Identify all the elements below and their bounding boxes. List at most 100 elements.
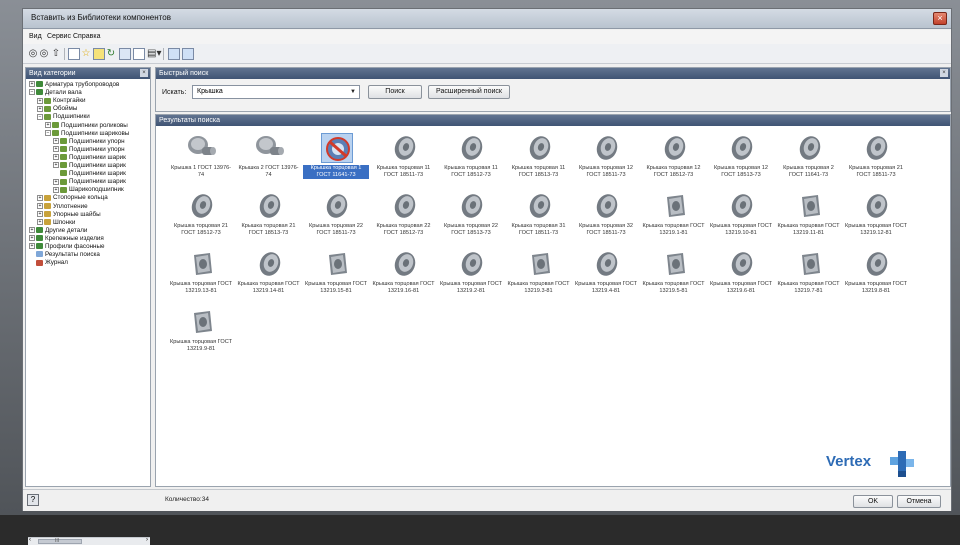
expand-toggle-icon[interactable]: + <box>37 105 43 112</box>
tree-node[interactable]: + Крепежные изделия <box>29 235 104 243</box>
expand-toggle-icon[interactable]: + <box>53 146 59 153</box>
scroll-thumb[interactable]: III <box>38 538 82 544</box>
back-icon[interactable]: ◎ <box>28 47 38 61</box>
expand-toggle-icon[interactable]: − <box>29 89 35 96</box>
result-item[interactable]: Крышка торцовая 11 ГОСТ 18511-73 <box>371 131 437 191</box>
list-view-icon[interactable] <box>182 48 194 60</box>
advanced-search-button[interactable]: Расширенный поиск <box>428 85 510 99</box>
tree-node[interactable]: + Арматура трубопроводов <box>29 81 119 89</box>
result-item[interactable]: Крышка торцовая 21 ГОСТ 18513-73 <box>236 189 302 249</box>
result-item[interactable]: Крышка торцовая ГОСТ 13219.14-81 <box>236 247 302 307</box>
expand-toggle-icon[interactable]: + <box>37 210 43 217</box>
scroll-left-icon[interactable]: ‹ <box>29 537 31 543</box>
help-icon[interactable]: ? <box>27 494 39 506</box>
result-item[interactable]: Крышка 1 ГОСТ 13976-74 <box>168 131 234 191</box>
result-item[interactable]: Крышка торцовая 22 ГОСТ 18512-73 <box>371 189 437 249</box>
chevron-down-icon[interactable]: ▼ <box>350 86 356 98</box>
result-item[interactable]: Крышка торцовая ГОСТ 13219.9-81 <box>168 305 234 365</box>
result-item[interactable]: Крышка торцовая ГОСТ 13219.13-81 <box>168 247 234 307</box>
result-item[interactable]: Крышка торцовая ГОСТ 13219.10-81 <box>708 189 774 249</box>
tree-node[interactable]: − Подшипники шариковы <box>45 130 129 138</box>
tree-node[interactable]: Результаты поиска <box>29 251 100 259</box>
menu-help[interactable]: Справка <box>73 33 100 40</box>
tree-node[interactable]: + Подшипники упорн <box>53 138 125 146</box>
result-item[interactable]: Крышка торцовая 32 ГОСТ 18511-73 <box>573 189 639 249</box>
expand-toggle-icon[interactable]: + <box>53 162 59 169</box>
result-item[interactable]: Крышка торцовая 1 ГОСТ 11641-73 <box>303 131 369 191</box>
result-item[interactable]: Крышка торцовая 22 ГОСТ 18513-73 <box>438 189 504 249</box>
result-item[interactable]: Крышка торцовая ГОСТ 13219.6-81 <box>708 247 774 307</box>
result-item[interactable]: Крышка торцовая 12 ГОСТ 18512-73 <box>641 131 707 191</box>
table-icon[interactable] <box>133 48 145 60</box>
tree-node[interactable]: + Контргайки <box>37 97 85 105</box>
expand-toggle-icon[interactable]: + <box>37 97 43 104</box>
result-item[interactable]: Крышка торцовая 31 ГОСТ 18511-73 <box>506 189 572 249</box>
result-item[interactable]: Крышка торцовая ГОСТ 13219.11-81 <box>776 189 842 249</box>
forward-icon[interactable]: ◎ <box>39 47 49 61</box>
panel-close-icon[interactable]: × <box>940 69 948 77</box>
result-item[interactable]: Крышка торцовая 22 ГОСТ 18511-73 <box>303 189 369 249</box>
expand-toggle-icon[interactable]: + <box>45 121 51 128</box>
result-item[interactable]: Крышка торцовая 12 ГОСТ 18513-73 <box>708 131 774 191</box>
ok-button[interactable]: OK <box>853 495 893 508</box>
tree-node[interactable]: − Детали вала <box>29 89 82 97</box>
properties-icon[interactable] <box>119 48 131 60</box>
favorite-icon[interactable]: ☆ <box>81 47 91 61</box>
tree-node[interactable]: Журнал <box>29 259 68 267</box>
expand-toggle-icon[interactable]: + <box>53 154 59 161</box>
search-combobox[interactable]: Крышка ▼ <box>192 85 360 99</box>
result-item[interactable]: Крышка 2 ГОСТ 13976-74 <box>236 131 302 191</box>
expand-toggle-icon[interactable]: + <box>29 235 35 242</box>
tree-node[interactable]: + Шпонки <box>37 219 75 227</box>
tree-node[interactable]: − Подшипники <box>37 113 90 121</box>
close-icon[interactable]: × <box>933 12 947 25</box>
view-mode-icon[interactable]: ▤▾ <box>147 47 161 61</box>
tree-node[interactable]: + Подшипники шарик <box>53 178 126 186</box>
expand-toggle-icon[interactable]: + <box>37 219 43 226</box>
tree-node[interactable]: Подшипники шарик <box>53 170 126 178</box>
expand-toggle-icon[interactable]: + <box>37 202 43 209</box>
result-item[interactable]: Крышка торцовая ГОСТ 13219.3-81 <box>506 247 572 307</box>
result-item[interactable]: Крышка торцовая ГОСТ 13219.2-81 <box>438 247 504 307</box>
result-item[interactable]: Крышка торцовая ГОСТ 13219.4-81 <box>573 247 639 307</box>
tree-node[interactable]: + Подшипники шарик <box>53 162 126 170</box>
result-item[interactable]: Крышка торцовая ГОСТ 13219.16-81 <box>371 247 437 307</box>
result-item[interactable]: Крышка торцовая 11 ГОСТ 18513-73 <box>506 131 572 191</box>
result-item[interactable]: Крышка торцовая ГОСТ 13219.5-81 <box>641 247 707 307</box>
result-item[interactable]: Крышка торцовая ГОСТ 13219.1-81 <box>641 189 707 249</box>
tree-node[interactable]: + Обоймы <box>37 105 77 113</box>
tree-node[interactable]: + Упорные шайбы <box>37 211 101 219</box>
up-icon[interactable]: ⇧ <box>51 47 61 61</box>
result-item[interactable]: Крышка торцовая ГОСТ 13219.12-81 <box>843 189 909 249</box>
pane-close-icon[interactable]: × <box>140 69 148 77</box>
expand-toggle-icon[interactable]: + <box>29 227 35 234</box>
expand-toggle-icon[interactable]: + <box>53 186 59 193</box>
grid-view-icon[interactable] <box>168 48 180 60</box>
tree-node[interactable]: + Шарикоподшипник <box>53 186 124 194</box>
scroll-right-icon[interactable]: › <box>146 537 148 543</box>
result-item[interactable]: Крышка торцовая 11 ГОСТ 18512-73 <box>438 131 504 191</box>
result-item[interactable]: Крышка торцовая ГОСТ 13219.8-81 <box>843 247 909 307</box>
expand-toggle-icon[interactable]: + <box>29 81 35 88</box>
expand-toggle-icon[interactable]: − <box>45 129 51 136</box>
cancel-button[interactable]: Отмена <box>897 495 941 508</box>
menu-view[interactable]: Вид <box>29 33 42 40</box>
tree-node[interactable]: + Другие детали <box>29 227 87 235</box>
tree-node[interactable]: + Стопорные кольца <box>37 194 108 202</box>
filter-icon[interactable] <box>93 48 105 60</box>
expand-toggle-icon[interactable]: − <box>37 113 43 120</box>
tree-toggle-icon[interactable] <box>68 48 80 60</box>
menu-service[interactable]: Сервис <box>47 33 71 40</box>
tree-horizontal-scrollbar[interactable]: ‹ III › <box>28 537 150 545</box>
tree-node[interactable]: + Уплотнение <box>37 203 88 211</box>
tree-node[interactable]: + Подшипники роликовы <box>45 122 128 130</box>
expand-toggle-icon[interactable]: + <box>37 194 43 201</box>
expand-toggle-icon[interactable]: + <box>29 243 35 250</box>
result-item[interactable]: Крышка торцовая ГОСТ 13219.7-81 <box>776 247 842 307</box>
result-item[interactable]: Крышка торцовая 12 ГОСТ 18511-73 <box>573 131 639 191</box>
result-item[interactable]: Крышка торцовая ГОСТ 13219.15-81 <box>303 247 369 307</box>
result-item[interactable]: Крышка торцовая 21 ГОСТ 18512-73 <box>168 189 234 249</box>
expand-toggle-icon[interactable]: + <box>53 178 59 185</box>
expand-toggle-icon[interactable]: + <box>53 138 59 145</box>
tree-node[interactable]: + Подшипники упорн <box>53 146 125 154</box>
